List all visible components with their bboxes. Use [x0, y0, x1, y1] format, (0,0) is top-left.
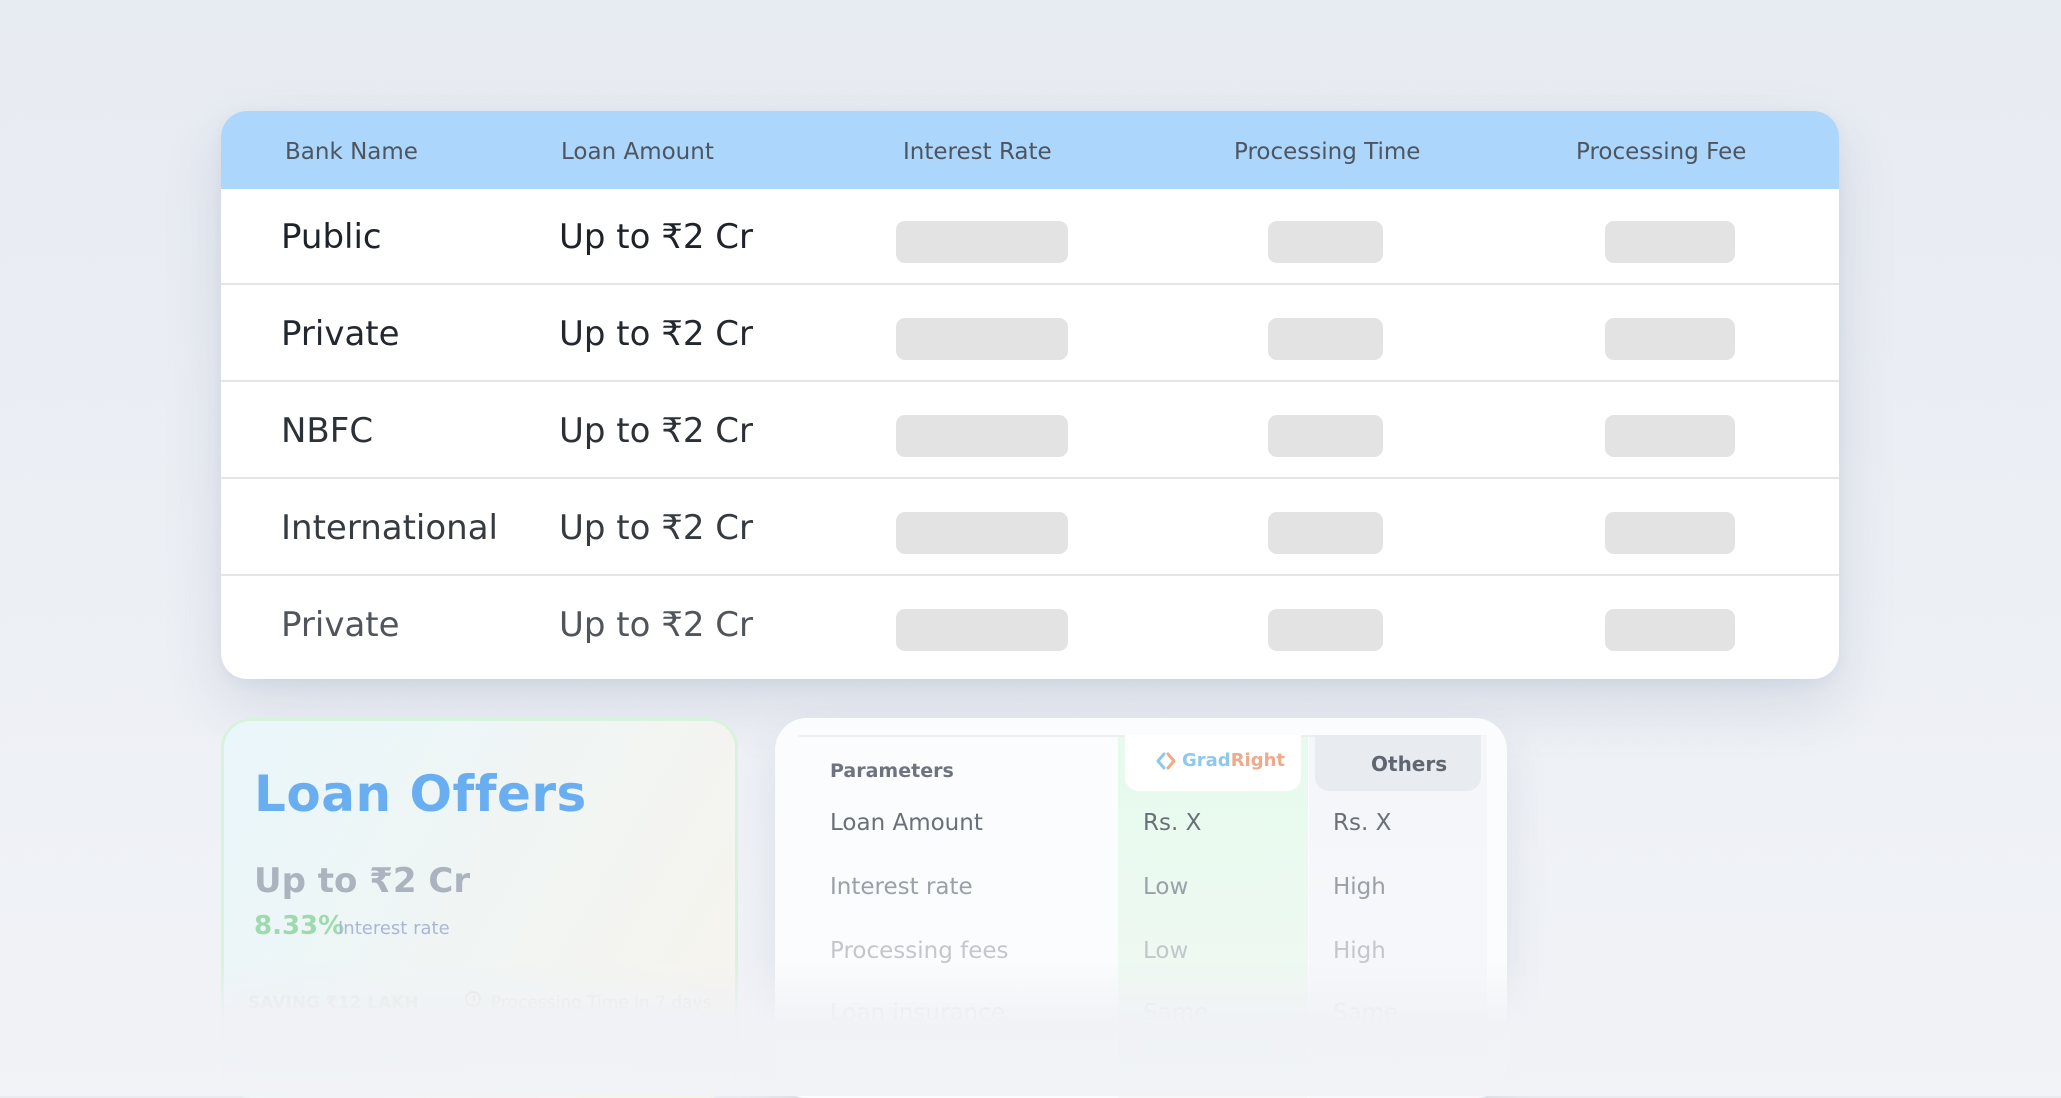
gradright-chevrons-icon — [1156, 752, 1176, 770]
gradright-value: Low — [1143, 938, 1189, 964]
interest-rate-placeholder — [896, 512, 1068, 554]
loan-amount-cell: Up to ₹2 Cr — [559, 411, 754, 451]
table-row: Private Up to ₹2 Cr — [221, 286, 1839, 382]
gradright-value: Same — [1143, 1000, 1209, 1026]
gradright-logo-part2: Right — [1230, 750, 1286, 771]
others-value: High — [1333, 938, 1386, 964]
processing-fee-placeholder — [1605, 609, 1735, 651]
processing-time-placeholder — [1268, 318, 1383, 360]
processing-time-text: Processing Time in 7 days — [491, 993, 712, 1013]
processing-time-placeholder — [1268, 221, 1383, 263]
header-bank-name: Bank Name — [285, 139, 418, 165]
saving-text: SAVING ₹12 LAKH — [248, 993, 419, 1013]
bank-name-cell: Private — [281, 314, 400, 354]
loan-amount-cell: Up to ₹2 Cr — [559, 508, 754, 548]
table-header: Bank Name Loan Amount Interest Rate Proc… — [221, 111, 1839, 189]
loan-offers-card: Loan Offers Up to ₹2 Cr 8.33% Interest r… — [221, 718, 738, 1098]
others-value: High — [1333, 874, 1386, 900]
interest-rate-placeholder — [896, 318, 1068, 360]
interest-rate-placeholder — [896, 609, 1068, 651]
bank-name-cell: Private — [281, 605, 400, 645]
processing-fee-placeholder — [1605, 318, 1735, 360]
processing-time-placeholder — [1268, 415, 1383, 457]
header-interest-rate: Interest Rate — [903, 139, 1052, 165]
gradright-logo-part1: Grad — [1182, 750, 1231, 771]
header-processing-time: Processing Time — [1234, 139, 1421, 165]
bank-name-cell: Public — [281, 217, 382, 257]
processing-time-placeholder — [1268, 512, 1383, 554]
processing-fee-placeholder — [1605, 512, 1735, 554]
interest-rate-label: Interest rate — [338, 918, 450, 939]
comparison-card: GradRight Others Parameters Loan Amount … — [775, 718, 1507, 1098]
others-value: Rs. X — [1333, 810, 1392, 836]
bank-name-cell: NBFC — [281, 411, 374, 451]
table-row: NBFC Up to ₹2 Cr — [221, 383, 1839, 479]
header-loan-amount: Loan Amount — [561, 139, 714, 165]
processing-time-placeholder — [1268, 609, 1383, 651]
table-row: International Up to ₹2 Cr — [221, 480, 1839, 576]
clock-icon — [465, 991, 481, 1007]
processing-fee-placeholder — [1605, 415, 1735, 457]
processing-fee-placeholder — [1605, 221, 1735, 263]
interest-rate-value: 8.33% — [254, 911, 345, 941]
table-row: Public Up to ₹2 Cr — [221, 189, 1839, 285]
param-label: Loan insurance — [830, 1000, 1005, 1026]
interest-rate-placeholder — [896, 415, 1068, 457]
param-label: Interest rate — [830, 874, 973, 900]
loan-amount-cell: Up to ₹2 Cr — [559, 314, 754, 354]
gradright-logo: GradRight — [1182, 750, 1285, 771]
loan-amount-cell: Up to ₹2 Cr — [559, 605, 754, 645]
others-label: Others — [1371, 752, 1448, 776]
loan-offers-amount: Up to ₹2 Cr — [254, 861, 471, 901]
bank-comparison-table: Bank Name Loan Amount Interest Rate Proc… — [221, 111, 1839, 679]
param-label: Processing fees — [830, 938, 1009, 964]
loan-offers-title: Loan Offers — [254, 765, 587, 823]
loan-amount-cell: Up to ₹2 Cr — [559, 217, 754, 257]
table-row: Private Up to ₹2 Cr — [221, 577, 1839, 673]
interest-rate-placeholder — [896, 221, 1068, 263]
others-value: Same — [1333, 1000, 1399, 1026]
parameters-label: Parameters — [830, 760, 954, 782]
gradright-value: Low — [1143, 874, 1189, 900]
header-processing-fee: Processing Fee — [1576, 139, 1747, 165]
bank-name-cell: International — [281, 508, 498, 548]
gradright-value: Rs. X — [1143, 810, 1202, 836]
param-label: Loan Amount — [830, 810, 983, 836]
